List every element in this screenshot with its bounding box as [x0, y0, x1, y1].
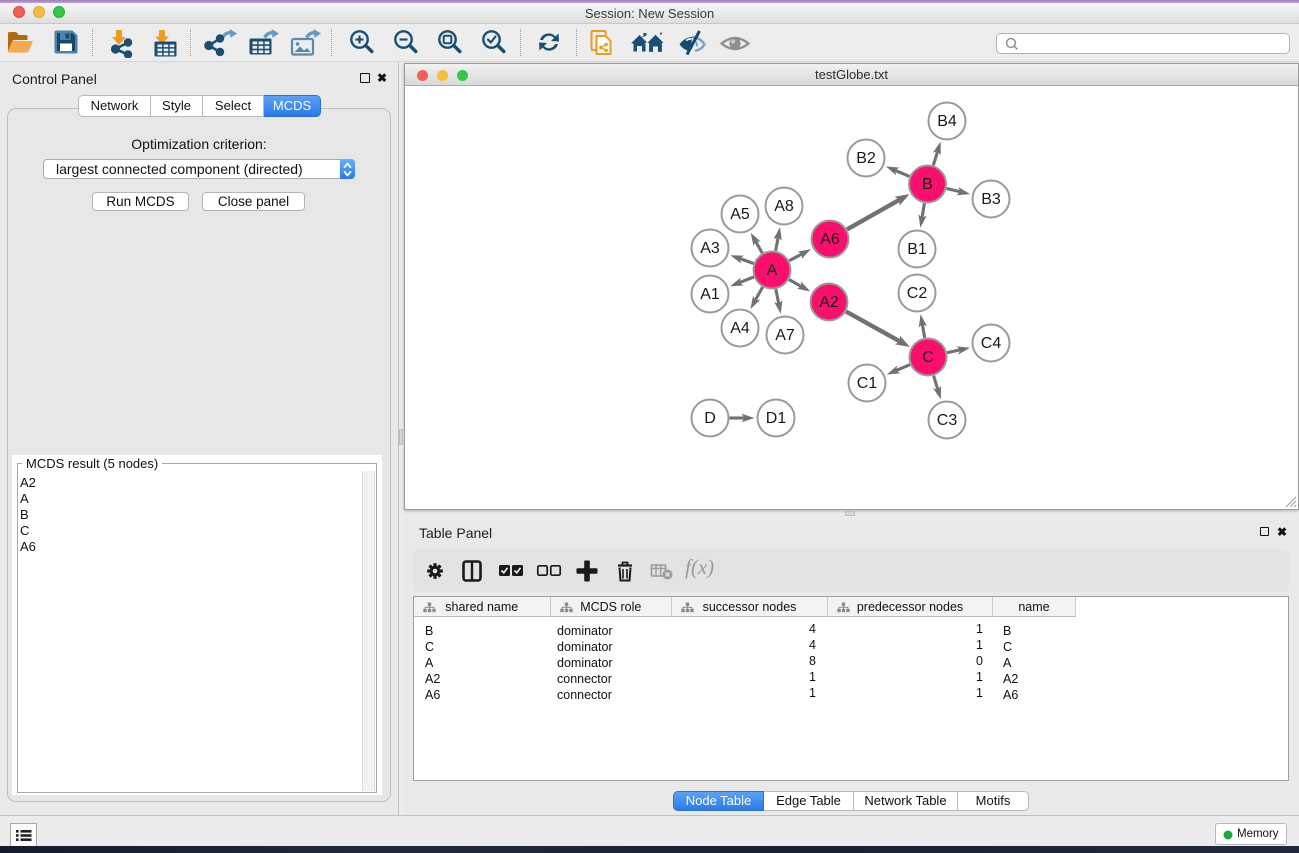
svg-text:A1: A1	[700, 286, 720, 303]
svg-text:C3: C3	[937, 412, 958, 429]
svg-text:A: A	[767, 262, 778, 279]
svg-text:D1: D1	[766, 410, 787, 427]
svg-text:A7: A7	[775, 327, 795, 344]
svg-text:B: B	[922, 176, 933, 193]
svg-text:B3: B3	[981, 191, 1001, 208]
svg-text:B1: B1	[907, 241, 927, 258]
svg-text:B4: B4	[937, 113, 957, 130]
svg-text:A3: A3	[700, 240, 720, 257]
svg-text:A8: A8	[774, 198, 794, 215]
svg-text:A4: A4	[730, 320, 750, 337]
svg-text:D: D	[704, 410, 716, 427]
svg-text:B2: B2	[856, 150, 876, 167]
svg-text:A5: A5	[730, 206, 750, 223]
svg-text:A6: A6	[820, 231, 840, 248]
svg-text:C2: C2	[907, 285, 928, 302]
svg-text:C: C	[922, 349, 934, 366]
svg-text:C4: C4	[981, 335, 1002, 352]
svg-text:A2: A2	[819, 294, 839, 311]
svg-text:C1: C1	[857, 375, 878, 392]
